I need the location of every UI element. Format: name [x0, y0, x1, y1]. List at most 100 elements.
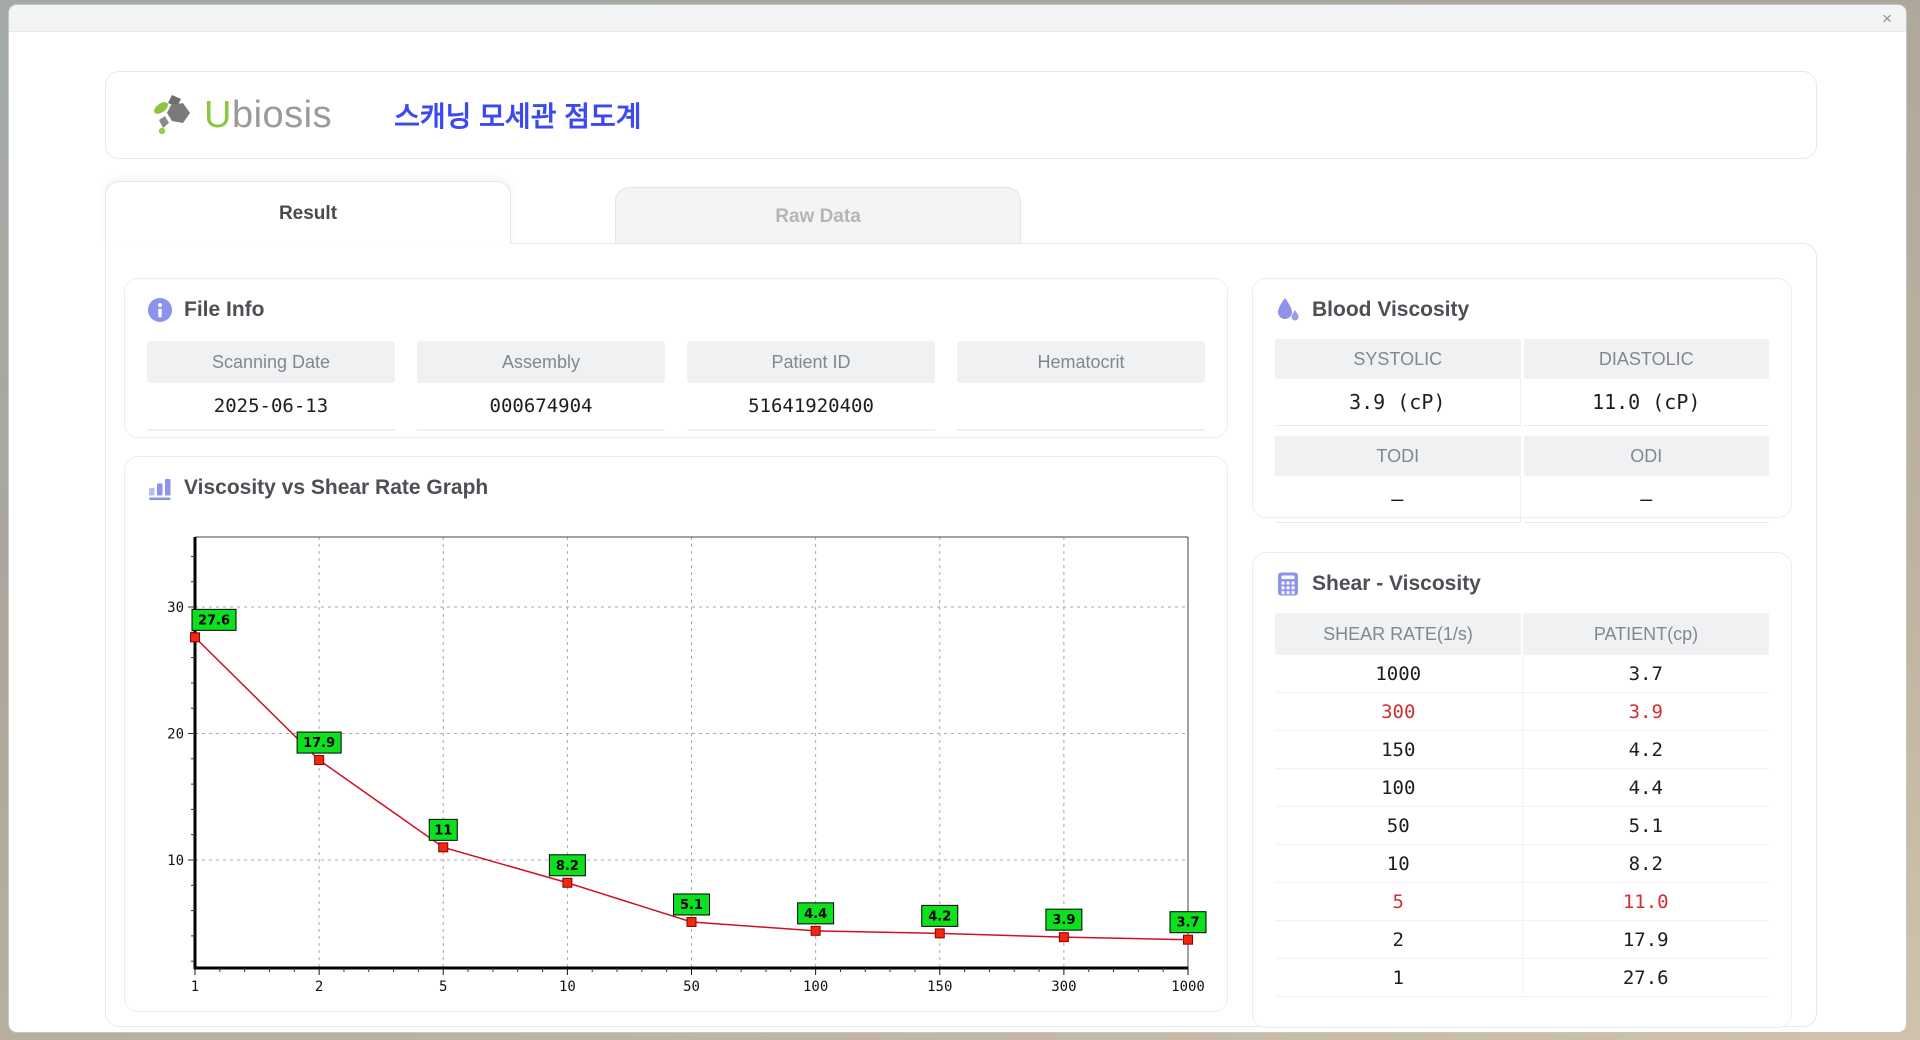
svg-text:4.4: 4.4	[804, 907, 827, 922]
shear-rate-cell: 300	[1275, 693, 1523, 730]
svg-text:5: 5	[439, 979, 447, 995]
table-row: 2 17.9	[1275, 921, 1769, 959]
table-row: 100 4.4	[1275, 769, 1769, 807]
shear-viscosity-title: Shear - Viscosity	[1312, 572, 1481, 595]
table-row: 1 27.6	[1275, 959, 1769, 997]
field-value	[957, 383, 1205, 431]
svg-text:1: 1	[191, 979, 199, 995]
blood-viscosity-card: Blood Viscosity SYSTOLIC DIASTOLIC 3.9 (…	[1252, 278, 1792, 523]
column-header-shear-rate: SHEAR RATE(1/s)	[1275, 613, 1521, 655]
graph-card: Viscosity vs Shear Rate Graph 1 2 5 10 50 100…	[124, 456, 1228, 1012]
metric-label-odi: ODI	[1523, 436, 1769, 476]
svg-text:11: 11	[434, 823, 452, 838]
metric-label-todi: TODI	[1275, 436, 1521, 476]
svg-text:150: 150	[927, 979, 952, 995]
metric-label-diastolic: DIASTOLIC	[1523, 339, 1769, 379]
shear-viscosity-table: SHEAR RATE(1/s) PATIENT(cp) 1000 3.7 300 3.…	[1275, 613, 1769, 997]
column-header-patient: PATIENT(cp)	[1523, 613, 1769, 655]
table-row: 10 8.2	[1275, 845, 1769, 883]
field-label: Patient ID	[687, 341, 935, 383]
metric-value-odi: –	[1523, 476, 1769, 523]
field-assembly: Assembly 000674904	[417, 341, 665, 431]
table-row: 50 5.1	[1275, 807, 1769, 845]
field-label: Hematocrit	[957, 341, 1205, 383]
table-row: 150 4.2	[1275, 731, 1769, 769]
field-value: 000674904	[417, 383, 665, 431]
metric-value-diastolic: 11.0 (cP)	[1523, 379, 1769, 426]
field-label: Assembly	[417, 341, 665, 383]
file-info-card: File Info Scanning Date 2025-06-13 Assem…	[124, 278, 1228, 438]
table-row: 5 11.0	[1275, 883, 1769, 921]
field-hematocrit: Hematocrit	[957, 341, 1205, 431]
shear-rate-cell: 1000	[1275, 655, 1523, 692]
patient-viscosity-cell: 4.2	[1628, 738, 1663, 761]
shear-viscosity-card: Shear - Viscosity SHEAR RATE(1/s) PATIEN…	[1252, 552, 1792, 1028]
svg-text:3.7: 3.7	[1176, 916, 1199, 931]
patient-viscosity-cell: 4.4	[1628, 776, 1663, 799]
svg-text:2: 2	[315, 979, 323, 995]
file-info-title: File Info	[184, 298, 265, 321]
file-info-fields: Scanning Date 2025-06-13 Assembly 000674…	[147, 341, 1205, 431]
result-panel: File Info Scanning Date 2025-06-13 Assem…	[105, 243, 1817, 1028]
patient-viscosity-cell: 5.1	[1628, 814, 1663, 837]
header-card: Ubiosis 스캐닝 모세관 점도계	[105, 71, 1817, 159]
metric-label-systolic: SYSTOLIC	[1275, 339, 1521, 379]
viscosity-chart: 1 2 5 10 50 100 150 300 1000 10 20 30 27.6 17.9 11 8.2 5…	[145, 513, 1209, 1014]
blood-drop-icon	[1278, 298, 1299, 321]
field-value: 2025-06-13	[147, 383, 395, 431]
svg-text:50: 50	[683, 979, 700, 995]
shear-rate-cell: 5	[1275, 883, 1523, 920]
logo-text: Ubiosis	[204, 94, 332, 137]
blood-viscosity-grid: SYSTOLIC DIASTOLIC 3.9 (cP) 11.0 (cP) TO…	[1275, 339, 1769, 523]
svg-text:4.2: 4.2	[928, 909, 951, 924]
tab-result[interactable]: Result	[105, 181, 511, 244]
patient-viscosity-cell: 3.9	[1628, 700, 1663, 723]
info-icon	[148, 298, 172, 322]
svg-text:30: 30	[167, 600, 184, 616]
svg-text:10: 10	[559, 979, 576, 995]
patient-viscosity-cell: 17.9	[1622, 928, 1669, 951]
table-row: 300 3.9	[1275, 693, 1769, 731]
calculator-icon	[1278, 572, 1298, 596]
shear-rate-cell: 100	[1275, 769, 1523, 806]
svg-text:27.6: 27.6	[198, 613, 230, 628]
tab-bar: Result Raw Data	[105, 181, 1817, 244]
field-value: 51641920400	[687, 383, 935, 431]
field-patient-id: Patient ID 51641920400	[687, 341, 935, 431]
patient-viscosity-cell: 8.2	[1628, 852, 1663, 875]
tab-raw-data[interactable]: Raw Data	[615, 187, 1021, 244]
svg-text:300: 300	[1051, 979, 1076, 995]
shear-rate-cell: 50	[1275, 807, 1523, 844]
table-body: 1000 3.7 300 3.9 150 4.2 100 4.4 50 5.1 10 8.2 5 11.0…	[1275, 655, 1769, 997]
svg-text:1000: 1000	[1171, 979, 1205, 995]
ubiosis-logo-icon	[154, 95, 190, 135]
shear-rate-cell: 1	[1275, 959, 1523, 996]
svg-text:3.9: 3.9	[1052, 913, 1075, 928]
svg-text:20: 20	[167, 727, 184, 743]
svg-text:100: 100	[803, 979, 828, 995]
patient-viscosity-cell: 27.6	[1622, 966, 1669, 989]
table-row: 1000 3.7	[1275, 655, 1769, 693]
title-bar: ×	[9, 5, 1906, 32]
graph-title: Viscosity vs Shear Rate Graph	[184, 476, 489, 499]
patient-viscosity-cell: 11.0	[1622, 890, 1669, 913]
svg-text:8.2: 8.2	[556, 859, 579, 874]
shear-rate-cell: 10	[1275, 845, 1523, 882]
shear-rate-cell: 150	[1275, 731, 1523, 768]
shear-rate-cell: 2	[1275, 921, 1523, 958]
logo-rest: biosis	[231, 93, 333, 136]
svg-text:5.1: 5.1	[680, 898, 703, 913]
close-icon[interactable]: ×	[1882, 10, 1892, 27]
logo-u: U	[204, 93, 232, 136]
bar-chart-icon	[149, 479, 171, 501]
app-window: × Ubiosis 스캐닝 모세관 점도계 Result Raw Data Fi…	[8, 4, 1907, 1033]
page-title: 스캐닝 모세관 점도계	[394, 101, 642, 132]
blood-viscosity-title: Blood Viscosity	[1312, 298, 1470, 321]
logo: Ubiosis	[152, 92, 332, 138]
patient-viscosity-cell: 3.7	[1628, 662, 1663, 685]
field-scanning-date: Scanning Date 2025-06-13	[147, 341, 395, 431]
field-label: Scanning Date	[147, 341, 395, 383]
metric-value-todi: –	[1275, 476, 1521, 523]
metric-value-systolic: 3.9 (cP)	[1275, 379, 1521, 426]
svg-text:17.9: 17.9	[303, 736, 335, 751]
